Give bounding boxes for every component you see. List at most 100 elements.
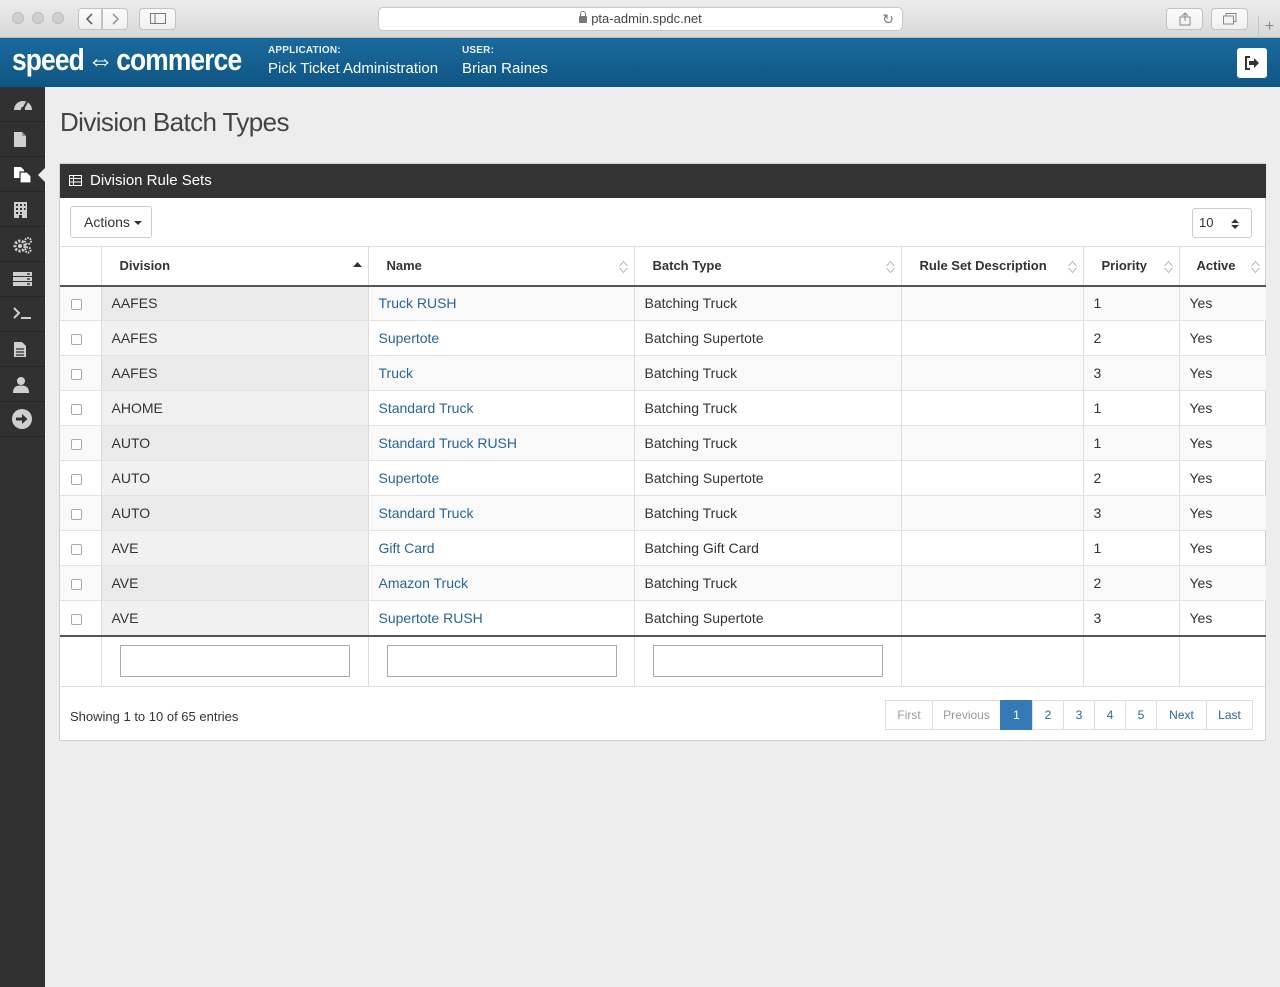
sidebar-item-forward[interactable] [0, 402, 45, 437]
name-link[interactable]: Truck RUSH [379, 295, 457, 311]
logout-button[interactable] [1237, 48, 1267, 78]
division-cell: AVE [101, 600, 369, 636]
name-link[interactable]: Standard Truck RUSH [379, 435, 518, 451]
table-row[interactable]: AHOME Standard Truck Batching Truck 1 Ye… [60, 390, 1266, 426]
sidebar-item-terminal[interactable] [0, 297, 45, 332]
division-cell: AAFES [101, 285, 369, 321]
address-bar[interactable]: pta-admin.spdc.net ↻ [378, 7, 903, 31]
row-checkbox[interactable] [71, 438, 82, 450]
pagination-previous[interactable]: Previous [932, 700, 1001, 730]
name-cell: Standard Truck [368, 495, 635, 531]
actions-dropdown-button[interactable]: Actions [70, 206, 152, 238]
forward-button[interactable] [102, 8, 128, 30]
sidebar-item-file[interactable] [0, 122, 45, 157]
sidebar-item-dashboard[interactable] [0, 87, 45, 122]
table-header-row: Division Name Batch Type Rule Set Descri… [60, 246, 1266, 287]
pagination-next[interactable]: Next [1156, 700, 1207, 730]
pagination-page[interactable]: 2 [1032, 700, 1064, 730]
table-row[interactable]: AAFES Truck Batching Truck 3 Yes [60, 355, 1266, 391]
name-link[interactable]: Standard Truck [379, 505, 474, 521]
active-cell: Yes [1179, 600, 1266, 636]
pagination-page[interactable]: 5 [1125, 700, 1157, 730]
row-checkbox[interactable] [71, 613, 82, 625]
name-link[interactable]: Supertote [379, 330, 440, 346]
new-tab-button[interactable]: + [1258, 16, 1280, 38]
row-checkbox[interactable] [71, 508, 82, 520]
row-checkbox[interactable] [71, 473, 82, 485]
active-cell: Yes [1179, 460, 1266, 496]
minimize-window-button[interactable] [32, 12, 44, 24]
page-length-select[interactable]: 10 [1192, 208, 1252, 238]
active-cell: Yes [1179, 390, 1266, 426]
table-row[interactable]: AUTO Standard Truck Batching Truck 3 Yes [60, 495, 1266, 531]
row-checkbox[interactable] [71, 578, 82, 590]
brand-logo[interactable]: speed ⇔ commerce [12, 42, 242, 78]
rule-sets-panel: Division Rule Sets Actions 10 Division N… [59, 163, 1266, 741]
sidebar-item-copy[interactable] [0, 157, 45, 192]
name-link[interactable]: Truck [379, 365, 413, 381]
sidebar-item-user[interactable] [0, 367, 45, 402]
pagination-last[interactable]: Last [1206, 700, 1253, 730]
active-cell: Yes [1179, 320, 1266, 356]
copy-icon [14, 167, 32, 184]
column-header-division[interactable]: Division [101, 246, 369, 287]
row-checkbox[interactable] [71, 543, 82, 555]
row-checkbox[interactable] [71, 333, 82, 345]
description-cell [901, 530, 1084, 566]
division-filter-input[interactable] [119, 645, 350, 678]
division-cell: AUTO [101, 460, 369, 496]
description-cell [901, 460, 1084, 496]
division-cell: AVE [101, 565, 369, 601]
column-header-active[interactable]: Active [1179, 246, 1266, 287]
column-header-rule-set-description[interactable]: Rule Set Description [901, 246, 1084, 287]
tabs-icon [1222, 13, 1236, 25]
table-row[interactable]: AUTO Standard Truck RUSH Batching Truck … [60, 425, 1266, 461]
priority-cell: 3 [1083, 355, 1180, 391]
sidebar-item-server[interactable] [0, 262, 45, 297]
sort-both-icon [1067, 260, 1077, 274]
row-checkbox[interactable] [71, 368, 82, 380]
table-row[interactable]: AVE Gift Card Batching Gift Card 1 Yes [60, 530, 1266, 566]
sidebar-item-building[interactable] [0, 192, 45, 227]
active-cell: Yes [1179, 355, 1266, 391]
name-link[interactable]: Supertote RUSH [379, 610, 483, 626]
sidebar-item-document[interactable] [0, 332, 45, 367]
row-checkbox[interactable] [71, 299, 82, 311]
filter-cell-name [368, 634, 635, 687]
table-icon [69, 175, 82, 186]
table-row[interactable]: AAFES Supertote Batching Supertote 2 Yes [60, 320, 1266, 356]
pagination-page[interactable]: 3 [1063, 700, 1095, 730]
name-link[interactable]: Standard Truck [379, 400, 474, 416]
pagination-page[interactable]: 4 [1094, 700, 1126, 730]
table-row[interactable]: AAFES Truck RUSH Batching Truck 1 Yes [60, 285, 1266, 321]
share-button[interactable] [1166, 8, 1203, 30]
priority-cell: 1 [1083, 425, 1180, 461]
pagination-page[interactable]: 1 [1000, 700, 1033, 730]
column-header-name[interactable]: Name [368, 246, 635, 287]
row-checkbox[interactable] [71, 403, 82, 415]
column-header-batch-type[interactable]: Batch Type [634, 246, 902, 287]
document-icon [14, 342, 26, 357]
table-row[interactable]: AVE Amazon Truck Batching Truck 2 Yes [60, 565, 1266, 601]
pagination-first[interactable]: First [885, 700, 933, 730]
sort-both-icon [885, 260, 895, 274]
back-button[interactable] [78, 8, 102, 30]
name-cell: Standard Truck [368, 390, 635, 426]
column-header-priority[interactable]: Priority [1083, 246, 1180, 287]
close-window-button[interactable] [12, 12, 24, 24]
application-label: APPLICATION: [268, 45, 341, 56]
table-row[interactable]: AVE Supertote RUSH Batching Supertote 3 … [60, 600, 1266, 636]
zoom-window-button[interactable] [52, 12, 64, 24]
table-row[interactable]: AUTO Supertote Batching Supertote 2 Yes [60, 460, 1266, 496]
name-link[interactable]: Gift Card [379, 540, 435, 556]
batch-type-filter-input[interactable] [652, 645, 883, 678]
name-filter-input[interactable] [386, 645, 617, 678]
column-header-label: Active [1196, 258, 1236, 274]
column-header-label: Rule Set Description [919, 258, 1047, 274]
reload-icon[interactable]: ↻ [882, 8, 894, 30]
sidebar-toggle-button[interactable] [139, 8, 176, 30]
sidebar-item-settings[interactable] [0, 227, 45, 262]
tabs-overview-button[interactable] [1211, 8, 1248, 30]
name-link[interactable]: Amazon Truck [379, 575, 468, 591]
name-link[interactable]: Supertote [379, 470, 440, 486]
